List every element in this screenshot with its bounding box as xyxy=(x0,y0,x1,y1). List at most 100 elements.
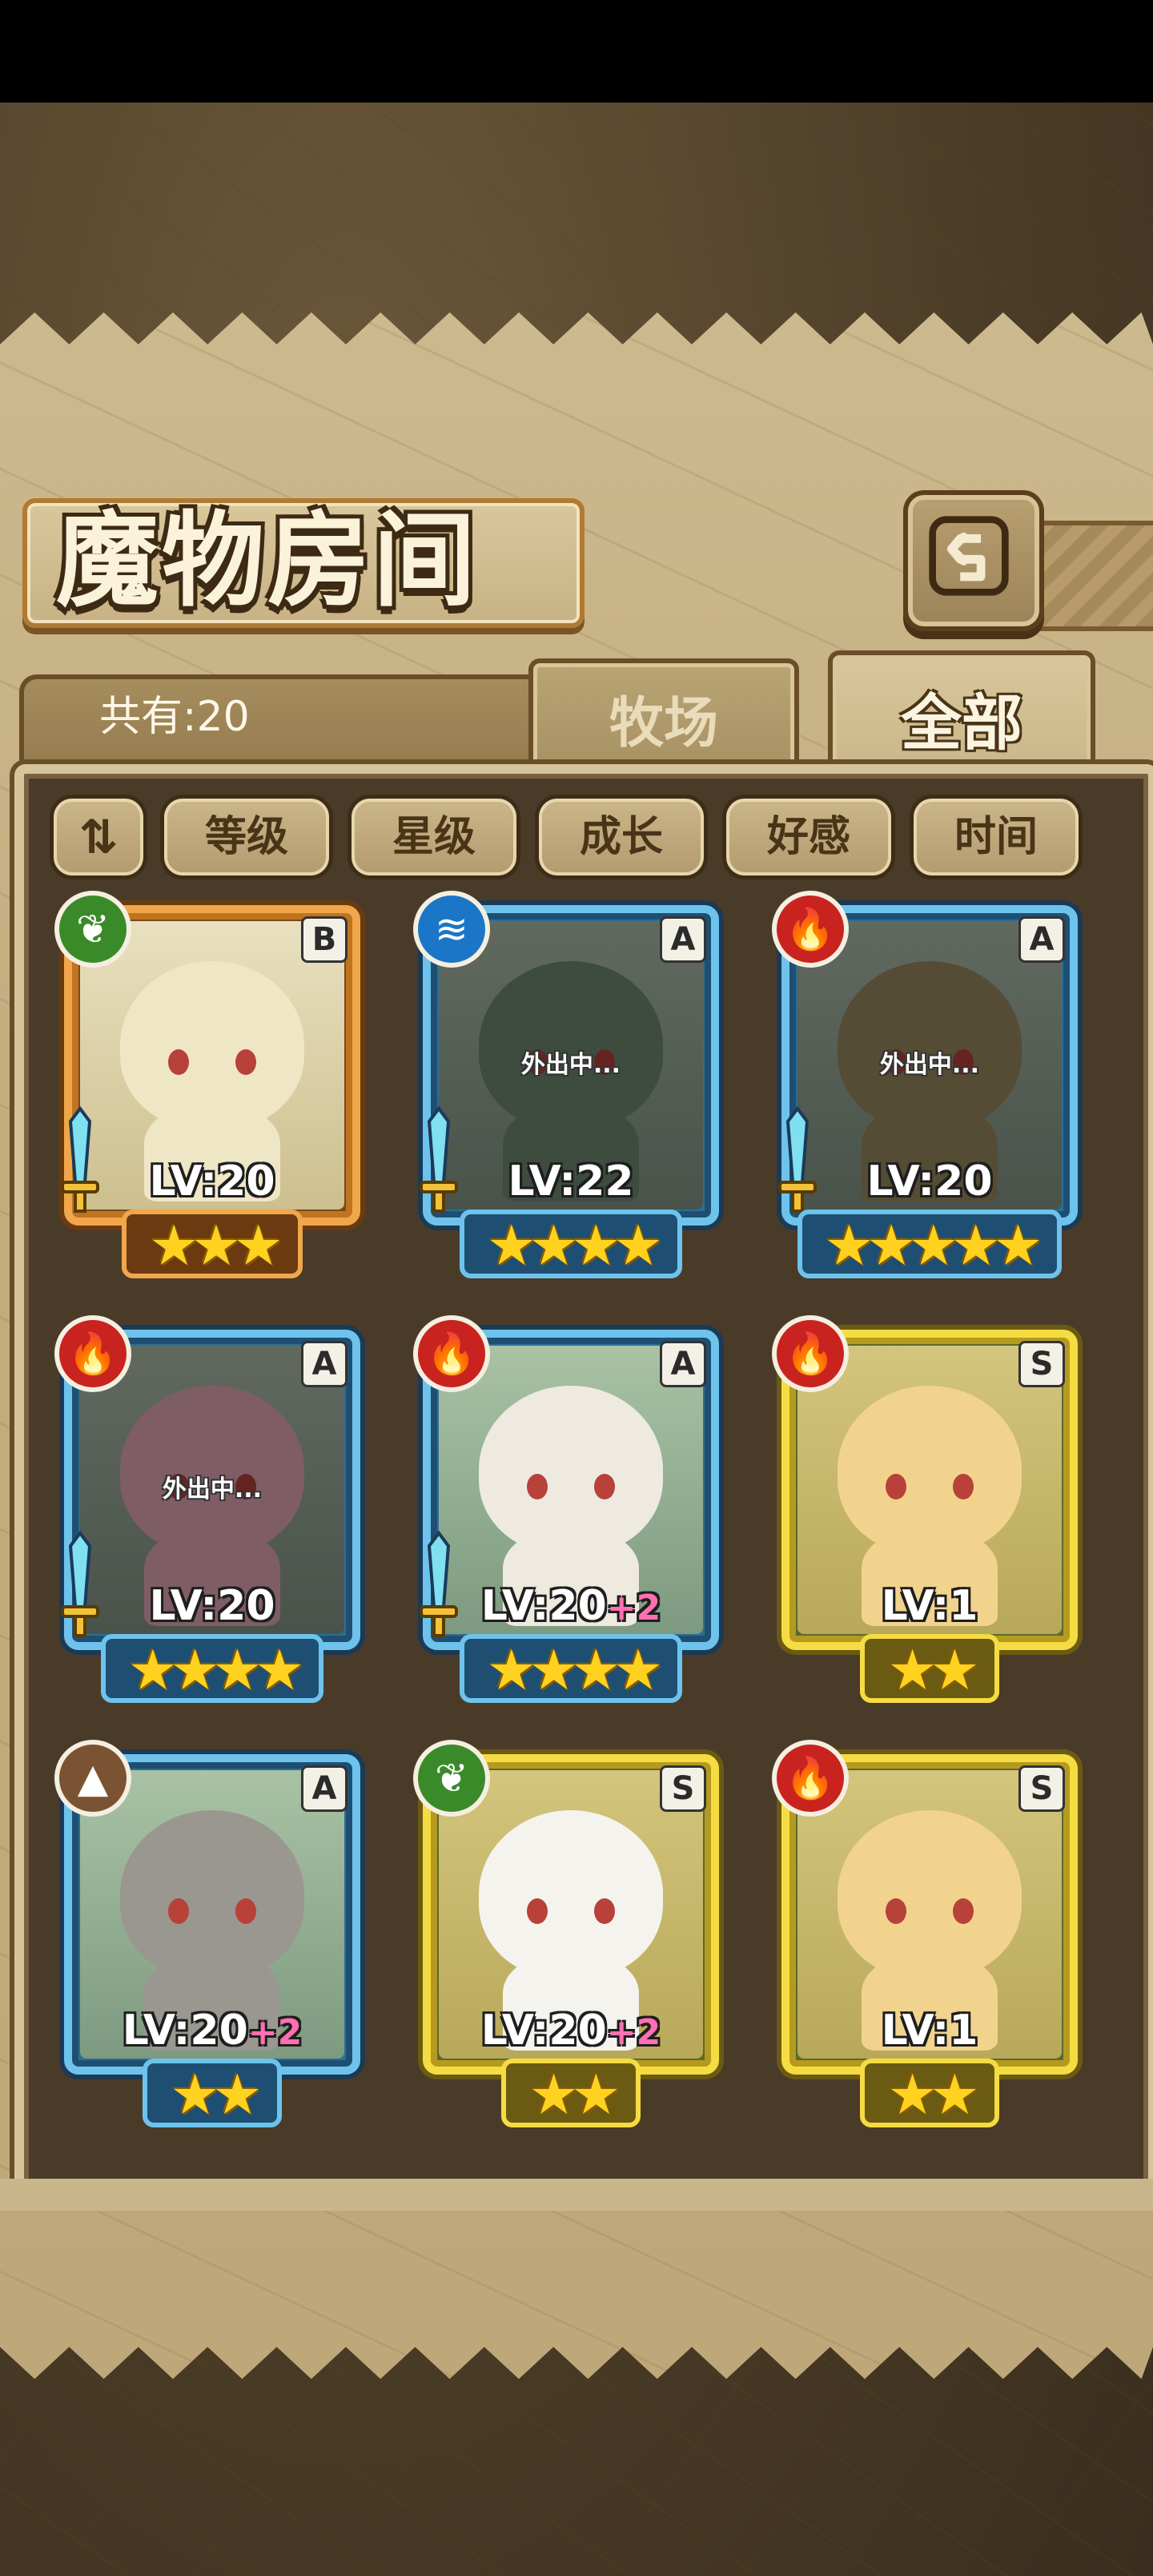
monster-figure xyxy=(120,1386,304,1554)
monster-eye xyxy=(168,1049,189,1075)
page-title: 魔物房间 xyxy=(56,501,480,621)
star-icons: ★★★ xyxy=(148,1213,283,1278)
monster-figure xyxy=(120,1810,304,1978)
star-rating: ★★★ xyxy=(122,1210,303,1278)
monster-card[interactable]: A ▲ LV:20+2 ★★ xyxy=(48,1738,376,2155)
rarity-grade-badge: B xyxy=(301,916,348,963)
level-bonus: +2 xyxy=(247,2012,303,2053)
monster-eye xyxy=(594,1474,615,1499)
level-value: LV:20 xyxy=(480,1582,607,1630)
count-bar xyxy=(19,674,541,775)
monster-eye xyxy=(235,1898,256,1924)
monster-card[interactable]: A ≋ 外出中... LV:22 ★★★★ xyxy=(407,889,735,1306)
monster-card[interactable]: B ❦ LV:20 ★★★ xyxy=(48,889,376,1306)
monster-level: LV:20+2 xyxy=(439,1578,703,1634)
star-rating: ★★ xyxy=(501,2059,641,2127)
monster-figure xyxy=(838,961,1022,1129)
rarity-grade-badge: A xyxy=(301,1765,348,1812)
star-rating: ★★★★ xyxy=(460,1210,682,1278)
level-value: LV:20 xyxy=(149,1157,275,1205)
status-bar xyxy=(0,0,1153,103)
monster-figure xyxy=(120,961,304,1129)
away-status-label: 外出中... xyxy=(162,1475,263,1503)
star-icons: ★★ xyxy=(887,2062,980,2127)
back-button[interactable] xyxy=(903,490,1044,631)
level-bonus: +2 xyxy=(606,2012,661,2053)
star-rating: ★★ xyxy=(143,2059,282,2127)
return-arrow-icon xyxy=(929,516,1009,596)
monster-card[interactable]: A 🔥 外出中... LV:20 ★★★★★ xyxy=(765,889,1094,1306)
monster-figure xyxy=(838,1386,1022,1554)
monster-eye xyxy=(527,1898,548,1924)
flame-icon: 🔥 xyxy=(413,1315,490,1392)
level-value: LV:22 xyxy=(508,1157,634,1205)
star-rating: ★★ xyxy=(860,1634,999,1703)
mountain-icon: ▲ xyxy=(54,1740,131,1817)
level-value: LV:20 xyxy=(866,1157,993,1205)
monster-figure xyxy=(838,1810,1022,1978)
monster-eye xyxy=(527,1474,548,1499)
monster-level: LV:20 xyxy=(797,1153,1062,1210)
board-bottom-edge xyxy=(0,2179,1153,2211)
flame-icon: 🔥 xyxy=(772,1740,849,1817)
monster-card[interactable]: A 🔥 LV:20+2 ★★★★ xyxy=(407,1314,735,1730)
monster-eye xyxy=(886,1474,906,1499)
monster-card[interactable]: S 🔥 LV:1 ★★ xyxy=(765,1738,1094,2155)
sort-star-button[interactable]: 星级 xyxy=(348,795,520,879)
rarity-grade-badge: A xyxy=(1018,916,1065,963)
monster-level: LV:20+2 xyxy=(80,2002,344,2059)
monster-eye xyxy=(886,1898,906,1924)
flame-icon: 🔥 xyxy=(54,1315,131,1392)
leaf-icon: ❦ xyxy=(54,891,131,968)
monster-eye xyxy=(594,1898,615,1924)
monster-card[interactable]: S 🔥 LV:1 ★★ xyxy=(765,1314,1094,1730)
monster-eye xyxy=(235,1049,256,1075)
rarity-grade-badge: A xyxy=(301,1341,348,1387)
monster-level: LV:20 xyxy=(80,1153,344,1210)
rarity-grade-badge: S xyxy=(1018,1341,1065,1387)
sort-growth-button[interactable]: 成长 xyxy=(535,795,708,879)
monster-count: 共有:20 xyxy=(99,693,250,741)
flame-icon: 🔥 xyxy=(772,1315,849,1392)
monster-eye xyxy=(168,1898,189,1924)
star-rating: ★★★★ xyxy=(101,1634,323,1703)
level-value: LV:20 xyxy=(149,1582,275,1630)
sort-level-button[interactable]: 等级 xyxy=(160,795,333,879)
rarity-grade-badge: A xyxy=(660,1341,706,1387)
star-icons: ★★★★ xyxy=(486,1213,663,1278)
star-icons: ★★ xyxy=(170,2062,263,2127)
star-icons: ★★★★ xyxy=(486,1637,663,1703)
level-value: LV:20 xyxy=(122,2006,248,2055)
star-icons: ★★★★★ xyxy=(824,1213,1043,1278)
away-status-label: 外出中... xyxy=(879,1051,980,1079)
monster-figure xyxy=(479,961,663,1129)
star-rating: ★★ xyxy=(860,2059,999,2127)
leaf-icon: ❦ xyxy=(413,1740,490,1817)
level-value: LV:1 xyxy=(881,1582,978,1630)
flame-icon: 🔥 xyxy=(772,891,849,968)
rarity-grade-badge: S xyxy=(660,1765,706,1812)
monster-eye xyxy=(953,1474,974,1499)
monster-level: LV:1 xyxy=(797,1578,1062,1634)
rarity-grade-badge: S xyxy=(1018,1765,1065,1812)
level-value: LV:1 xyxy=(881,2006,978,2055)
monster-card[interactable]: A 🔥 外出中... LV:20 ★★★★ xyxy=(48,1314,376,1730)
level-value: LV:20 xyxy=(480,2006,607,2055)
star-rating: ★★★★ xyxy=(460,1634,682,1703)
sort-order-toggle[interactable]: ⇅ xyxy=(50,795,147,879)
monster-level: LV:20 xyxy=(80,1578,344,1634)
monster-card[interactable]: S ❦ LV:20+2 ★★ xyxy=(407,1738,735,2155)
water-wave-icon: ≋ xyxy=(413,891,490,968)
monster-level: LV:22 xyxy=(439,1153,703,1210)
sort-time-button[interactable]: 时间 xyxy=(910,795,1083,879)
monster-level: LV:1 xyxy=(797,2002,1062,2059)
monster-figure xyxy=(479,1810,663,1978)
star-rating: ★★★★★ xyxy=(797,1210,1062,1278)
monster-figure xyxy=(479,1386,663,1554)
star-icons: ★★ xyxy=(528,2062,621,2127)
star-icons: ★★★★ xyxy=(127,1637,304,1703)
monster-level: LV:20+2 xyxy=(439,2002,703,2059)
away-status-label: 外出中... xyxy=(520,1051,621,1079)
sort-affection-button[interactable]: 好感 xyxy=(722,795,895,879)
monster-eye xyxy=(953,1898,974,1924)
